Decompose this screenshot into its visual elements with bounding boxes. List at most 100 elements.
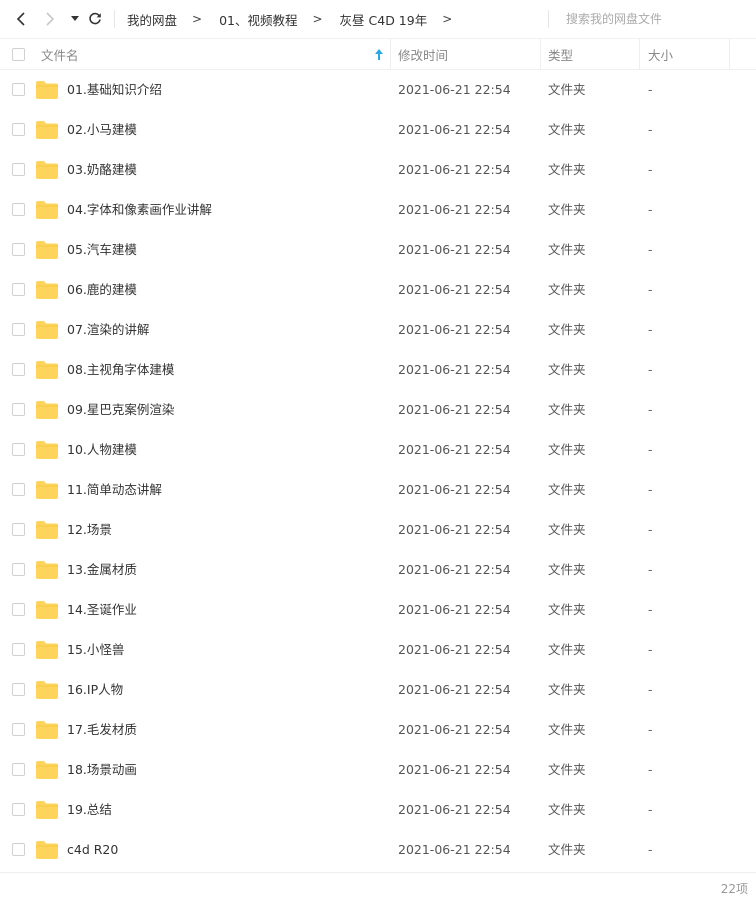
file-name[interactable]: 16.IP人物	[67, 670, 123, 710]
row-checkbox[interactable]	[12, 523, 25, 536]
table-row[interactable]: 11.简单动态讲解 2021-06-21 22:54 文件夹 -	[0, 470, 756, 510]
row-checkbox[interactable]	[12, 203, 25, 216]
table-row[interactable]: 08.主视角字体建模 2021-06-21 22:54 文件夹 -	[0, 350, 756, 390]
refresh-icon	[89, 12, 101, 25]
row-checkbox[interactable]	[12, 563, 25, 576]
file-mtime: 2021-06-21 22:54	[398, 842, 511, 857]
file-size: -	[648, 722, 653, 737]
file-name[interactable]: 10.人物建模	[67, 430, 137, 470]
table-row[interactable]: 10.人物建模 2021-06-21 22:54 文件夹 -	[0, 430, 756, 470]
file-type: 文件夹	[548, 682, 586, 697]
table-row[interactable]: 09.星巴克案例渲染 2021-06-21 22:54 文件夹 -	[0, 390, 756, 430]
table-row[interactable]: 16.IP人物 2021-06-21 22:54 文件夹 -	[0, 670, 756, 710]
file-name[interactable]: 12.场景	[67, 510, 112, 550]
column-header-mtime[interactable]: 修改时间	[398, 39, 538, 69]
file-name[interactable]: 11.简单动态讲解	[67, 470, 162, 510]
column-header-name-label: 文件名	[41, 47, 79, 63]
file-mtime: 2021-06-21 22:54	[398, 282, 511, 297]
table-row[interactable]: 01.基础知识介绍 2021-06-21 22:54 文件夹 -	[0, 70, 756, 110]
table-row[interactable]: 13.金属材质 2021-06-21 22:54 文件夹 -	[0, 550, 756, 590]
row-checkbox[interactable]	[12, 603, 25, 616]
folder-icon	[36, 601, 58, 619]
table-row[interactable]: 12.场景 2021-06-21 22:54 文件夹 -	[0, 510, 756, 550]
table-row[interactable]: 04.字体和像素画作业讲解 2021-06-21 22:54 文件夹 -	[0, 190, 756, 230]
table-row[interactable]: 14.圣诞作业 2021-06-21 22:54 文件夹 -	[0, 590, 756, 630]
table-row[interactable]: 07.渲染的讲解 2021-06-21 22:54 文件夹 -	[0, 310, 756, 350]
table-row[interactable]: 02.小马建模 2021-06-21 22:54 文件夹 -	[0, 110, 756, 150]
table-row[interactable]: 06.鹿的建模 2021-06-21 22:54 文件夹 -	[0, 270, 756, 310]
select-all-checkbox[interactable]	[12, 47, 25, 61]
breadcrumb-item-videos[interactable]: 01、视频教程	[219, 10, 297, 29]
row-checkbox[interactable]	[12, 163, 25, 176]
row-checkbox[interactable]	[12, 283, 25, 296]
file-type: 文件夹	[548, 282, 586, 297]
table-row[interactable]: 15.小怪兽 2021-06-21 22:54 文件夹 -	[0, 630, 756, 670]
search-box[interactable]	[552, 8, 752, 30]
row-checkbox[interactable]	[12, 843, 25, 856]
row-checkbox[interactable]	[12, 243, 25, 256]
file-list: 01.基础知识介绍 2021-06-21 22:54 文件夹 - 02.小马建模…	[0, 70, 756, 870]
file-name[interactable]: 14.圣诞作业	[67, 590, 137, 630]
file-name[interactable]: 08.主视角字体建模	[67, 350, 174, 390]
file-mtime: 2021-06-21 22:54	[398, 802, 511, 817]
column-divider[interactable]	[540, 39, 541, 69]
row-checkbox[interactable]	[12, 123, 25, 136]
search-input[interactable]	[552, 12, 742, 26]
row-checkbox[interactable]	[12, 363, 25, 376]
row-checkbox[interactable]	[12, 83, 25, 96]
row-checkbox[interactable]	[12, 483, 25, 496]
column-header-type-label: 类型	[548, 47, 574, 63]
file-name[interactable]: c4d R20	[67, 830, 118, 870]
file-name[interactable]: 06.鹿的建模	[67, 270, 137, 310]
row-checkbox[interactable]	[12, 763, 25, 776]
file-mtime: 2021-06-21 22:54	[398, 562, 511, 577]
history-dropdown-button[interactable]	[65, 8, 85, 30]
file-name[interactable]: 04.字体和像素画作业讲解	[67, 190, 212, 230]
forward-button[interactable]	[40, 8, 60, 30]
column-header-name[interactable]: 文件名	[41, 39, 389, 69]
file-name[interactable]: 02.小马建模	[67, 110, 137, 150]
back-button[interactable]	[11, 8, 31, 30]
file-name[interactable]: 01.基础知识介绍	[67, 70, 162, 110]
file-name[interactable]: 18.场景动画	[67, 750, 137, 790]
row-checkbox[interactable]	[12, 723, 25, 736]
file-size: -	[648, 402, 653, 417]
table-row[interactable]: 03.奶酪建模 2021-06-21 22:54 文件夹 -	[0, 150, 756, 190]
file-name[interactable]: 15.小怪兽	[67, 630, 124, 670]
column-header-size[interactable]: 大小	[648, 39, 728, 69]
table-row[interactable]: 17.毛发材质 2021-06-21 22:54 文件夹 -	[0, 710, 756, 750]
file-name[interactable]: 19.总结	[67, 790, 112, 830]
table-row[interactable]: c4d R20 2021-06-21 22:54 文件夹 -	[0, 830, 756, 870]
row-checkbox[interactable]	[12, 443, 25, 456]
breadcrumb-item-root[interactable]: 我的网盘	[127, 10, 177, 29]
file-name[interactable]: 17.毛发材质	[67, 710, 137, 750]
column-divider[interactable]	[639, 39, 640, 69]
table-row[interactable]: 19.总结 2021-06-21 22:54 文件夹 -	[0, 790, 756, 830]
chevron-left-icon	[16, 12, 25, 26]
sort-arrow-up-icon[interactable]	[375, 49, 383, 60]
file-size: -	[648, 82, 653, 97]
breadcrumb-separator[interactable]: >	[442, 12, 452, 26]
row-checkbox[interactable]	[12, 803, 25, 816]
file-size: -	[648, 842, 653, 857]
folder-icon	[36, 441, 58, 459]
table-row[interactable]: 18.场景动画 2021-06-21 22:54 文件夹 -	[0, 750, 756, 790]
file-name[interactable]: 05.汽车建模	[67, 230, 137, 270]
file-name[interactable]: 09.星巴克案例渲染	[67, 390, 174, 430]
breadcrumb-item-current[interactable]: 灰昼 C4D 19年	[340, 10, 428, 29]
file-name[interactable]: 03.奶酪建模	[67, 150, 137, 190]
row-checkbox[interactable]	[12, 403, 25, 416]
table-row[interactable]: 05.汽车建模 2021-06-21 22:54 文件夹 -	[0, 230, 756, 270]
chevron-right-icon	[46, 12, 55, 26]
file-mtime: 2021-06-21 22:54	[398, 402, 511, 417]
column-divider[interactable]	[729, 39, 730, 69]
refresh-button[interactable]	[85, 8, 105, 30]
row-checkbox[interactable]	[12, 683, 25, 696]
row-checkbox[interactable]	[12, 643, 25, 656]
column-header-type[interactable]: 类型	[548, 39, 638, 69]
file-name[interactable]: 07.渲染的讲解	[67, 310, 149, 350]
file-name[interactable]: 13.金属材质	[67, 550, 137, 590]
breadcrumb: 我的网盘 > 01、视频教程 > 灰昼 C4D 19年 >	[127, 9, 469, 29]
column-divider[interactable]	[390, 39, 391, 69]
row-checkbox[interactable]	[12, 323, 25, 336]
